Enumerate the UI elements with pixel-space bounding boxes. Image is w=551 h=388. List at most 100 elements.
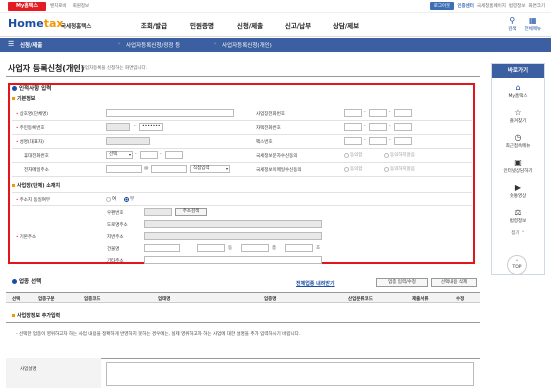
address-search-button[interactable]: 주소검색 (175, 208, 207, 216)
clock-icon: ◷ (514, 132, 522, 142)
radio-icon (106, 196, 111, 202)
sms-agree-radio[interactable]: 동의함 (344, 152, 362, 158)
zip-input[interactable] (144, 208, 172, 216)
heading-text: 인적사항 입력 (19, 86, 52, 92)
label-rrn: 주민등록번호 (16, 125, 45, 131)
main-menu: 조회/발급 민원증명 신청/제출 신고/납부 상담/제보 (130, 20, 370, 30)
logout-button[interactable]: 로그아웃 (429, 2, 455, 10)
home-phone-1[interactable] (344, 123, 362, 131)
mobile-last-input[interactable] (165, 151, 183, 159)
heading-text: 업종 선택 (19, 279, 42, 285)
section-personal-heading: 인적사항 입력 (12, 84, 51, 92)
label-sms-agree: 국세정보문자수신동의 (256, 154, 298, 159)
row-divider (12, 120, 472, 121)
menu-item[interactable]: 신고/납부 (274, 20, 322, 30)
star-icon: ☆ (514, 107, 522, 117)
dash: - (135, 152, 137, 157)
search-icon: ⚲ (509, 16, 516, 25)
radio-icon (384, 166, 389, 172)
etc-address-input[interactable] (144, 256, 322, 264)
play-icon: ▶ (514, 182, 522, 192)
fax-2[interactable] (369, 137, 387, 145)
bullet-icon (12, 85, 17, 91)
sms-disagree-radio[interactable]: 동의하지않음 (384, 152, 415, 158)
util-right-link[interactable]: 법령정보 (509, 3, 526, 9)
util-right-link[interactable]: 화면크기 (528, 3, 545, 9)
quick-collapse-button[interactable]: 접기 ⌃ (492, 230, 544, 236)
delete-selected-button[interactable]: 선택내용 삭제 (431, 278, 477, 287)
at-sign: @ (144, 166, 149, 171)
breadcrumb-2[interactable]: 사업자등록신청/정정 등 (126, 41, 180, 49)
jibun-address-input[interactable] (144, 232, 322, 240)
name-input[interactable] (106, 137, 150, 145)
scroll-top-button[interactable]: ⌃ TOP (507, 255, 527, 275)
dash: - (160, 152, 162, 157)
mobile-prefix-select[interactable]: 선택 (106, 151, 133, 159)
download-all-business-link[interactable]: 전체업종 내려받기 (296, 280, 335, 287)
dash: - (364, 138, 366, 143)
label-jibun-address: 지번주소 (107, 235, 124, 240)
rrn-back-input[interactable]: ••••••• (139, 123, 163, 131)
quick-law[interactable]: ⚖ 법령정보 (492, 203, 544, 228)
heading-text: 사업장(단체) 소재지 (17, 183, 61, 189)
biz-phone-3[interactable] (394, 109, 412, 117)
building-input[interactable] (144, 244, 180, 252)
util-link[interactable]: 밴치로비 (50, 3, 67, 9)
menu-item[interactable]: 신청/제출 (226, 20, 274, 30)
radio-label: 동의함 (350, 153, 363, 158)
radio-icon (124, 196, 129, 202)
biz-phone-2[interactable] (369, 109, 387, 117)
same-address-yes-radio[interactable]: 여 (106, 196, 116, 202)
menu-item[interactable]: 상담/제보 (322, 20, 370, 30)
extra-info-note: - 선택한 업종이 영위하고자 하는 사업 내용을 정확하게 반영하지 못하는 … (16, 332, 301, 337)
email-agree-radio[interactable]: 동의함 (344, 166, 362, 172)
email-domain-select[interactable]: 직접입력 (190, 165, 230, 173)
cert-center-link[interactable]: 인증센터 (457, 3, 474, 9)
row-divider (12, 162, 472, 163)
myhometax-button[interactable]: My홈택스 (8, 2, 46, 11)
quick-favorites[interactable]: ☆ 즐겨찾기 (492, 103, 544, 128)
square-bullet-icon (12, 314, 15, 317)
quick-menu: 바로가기 ⌂ My홈택스 ☆ 즐겨찾기 ◷ 최근접속메뉴 ▣ 인터넷상담하기 ▶… (491, 63, 545, 275)
ho-input[interactable] (285, 244, 313, 252)
quick-recent[interactable]: ◷ 최근접속메뉴 (492, 128, 544, 153)
trade-name-input[interactable] (106, 109, 234, 117)
basic-info-heading: 기본정보 (12, 95, 35, 102)
quick-menu-title: 바로가기 (492, 64, 544, 78)
quick-shorts[interactable]: ▶ 숏통영상 (492, 178, 544, 203)
allmenu-button[interactable]: ▦ 전체메뉴 (524, 16, 541, 32)
quick-label: My홈택스 (508, 93, 528, 99)
label-same-address: 주소지 동일여부 (16, 197, 50, 203)
email-id-input[interactable] (106, 165, 142, 173)
menu-item[interactable]: 민원증명 (178, 20, 226, 30)
quick-consult[interactable]: ▣ 인터넷상담하기 (492, 153, 544, 178)
biz-phone-1[interactable] (344, 109, 362, 117)
util-right-link[interactable]: 국세청홈페이지 (477, 3, 506, 9)
breadcrumb-3[interactable]: 사업자등록신청(개인) (222, 41, 272, 49)
email-disagree-radio[interactable]: 동의하지않음 (384, 166, 415, 172)
utility-bar: My홈택스 밴치로비 회원정보 로그아웃 인증센터 국세청홈페이지 법령정보 화… (0, 0, 551, 13)
email-domain-input[interactable] (151, 165, 187, 173)
home-phone-3[interactable] (394, 123, 412, 131)
road-address-input[interactable] (144, 220, 322, 228)
breadcrumb-1[interactable]: 신청/제출 (20, 41, 42, 49)
quick-myhometax[interactable]: ⌂ My홈택스 (492, 78, 544, 103)
dong-input[interactable] (197, 244, 225, 252)
search-button[interactable]: ⚲ 검색 (508, 16, 516, 32)
rrn-front-input[interactable] (106, 123, 130, 131)
home-phone-2[interactable] (369, 123, 387, 131)
same-address-no-radio[interactable]: 부 (124, 196, 134, 202)
menu-icon[interactable]: ☰ (8, 40, 14, 48)
fax-1[interactable] (344, 137, 362, 145)
label-business-description: 사업설명 (6, 358, 101, 388)
util-link[interactable]: 회원정보 (73, 3, 90, 9)
business-description-textarea[interactable] (106, 362, 474, 386)
label-fax: 팩스번호 (256, 140, 273, 145)
floor-input[interactable] (241, 244, 269, 252)
grid-icon: ▦ (528, 16, 537, 25)
business-edit-button[interactable]: 업종 입력/수정 (376, 278, 428, 287)
hometax-logo[interactable]: Hometax (8, 17, 63, 30)
menu-item[interactable]: 조회/발급 (130, 20, 178, 30)
mobile-middle-input[interactable] (140, 151, 158, 159)
fax-3[interactable] (394, 137, 412, 145)
